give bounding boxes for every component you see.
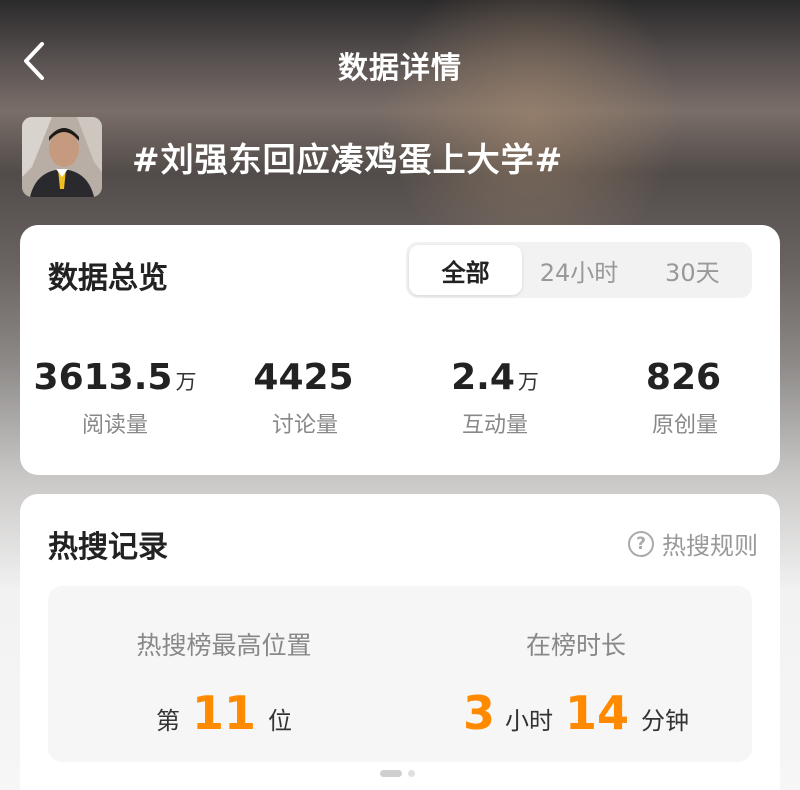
minutes-unit: 分钟 (641, 707, 690, 735)
highest-position-caption: 热搜榜最高位置 (136, 631, 312, 660)
position-prefix: 第 (155, 707, 180, 735)
stat-label: 互动量 (461, 413, 528, 438)
topic-avatar[interactable] (22, 117, 102, 197)
duration-value: 3 小时 14 分钟 (400, 686, 752, 740)
stat-value: 3613.5 万 (20, 355, 210, 405)
position-suffix: 位 (268, 707, 292, 735)
overview-heading: 数据总览 (48, 261, 168, 296)
stat-number: 2.4 (451, 357, 515, 398)
stats-row: 3613.5 万 阅读量 4425 讨论量 2.4 万 互动量 826 原创量 (20, 355, 780, 439)
highest-position: 热搜榜最高位置 第 11 位 (48, 586, 400, 762)
hot-search-summary: 热搜榜最高位置 第 11 位 在榜时长 3 小时 14 分钟 (48, 586, 752, 762)
rules-label: 热搜规则 (662, 532, 758, 560)
stat-value: 4425 (210, 355, 400, 405)
tab-30d[interactable]: 30天 (636, 245, 749, 295)
highest-position-value: 第 11 位 (48, 686, 400, 740)
stat-label: 阅读量 (81, 413, 148, 438)
stat-discussions: 4425 讨论量 (210, 355, 400, 439)
time-range-tabs: 全部 24小时 30天 (406, 242, 752, 298)
topic-header: #刘强东回应凑鸡蛋上大学# (22, 117, 563, 197)
stat-label: 原创量 (651, 413, 718, 438)
duration-caption: 在榜时长 (525, 631, 626, 660)
page-indicator (380, 770, 415, 777)
position-number: 11 (191, 686, 256, 740)
page-dot (408, 770, 415, 777)
page-title: 数据详情 (338, 51, 462, 86)
stat-interactions: 2.4 万 互动量 (400, 355, 590, 439)
stat-unit: 万 (175, 370, 197, 394)
stat-number: 3613.5 (33, 357, 173, 398)
stat-number: 4425 (253, 357, 354, 398)
question-circle-icon: ? (628, 530, 654, 557)
data-overview-card: 数据总览 全部 24小时 30天 3613.5 万 阅读量 4425 讨论量 2.… (20, 225, 780, 475)
stat-number: 826 (645, 357, 722, 398)
stat-label: 讨论量 (271, 413, 338, 438)
hot-search-heading: 热搜记录 (48, 530, 168, 565)
hot-search-rules-link[interactable]: ? 热搜规则 (628, 526, 758, 561)
hot-search-card: 热搜记录 ? 热搜规则 热搜榜最高位置 第 11 位 在榜时长 3 小时 14 … (20, 494, 780, 790)
topic-title: #刘强东回应凑鸡蛋上大学# (132, 140, 564, 179)
on-list-duration: 在榜时长 3 小时 14 分钟 (400, 586, 752, 762)
tab-24h[interactable]: 24小时 (522, 245, 635, 295)
top-bar: 数据详情 (0, 0, 800, 120)
stat-value: 2.4 万 (400, 355, 590, 405)
person-photo-icon (22, 117, 102, 197)
stat-unit: 万 (517, 370, 539, 394)
duration-minutes: 14 (565, 686, 630, 740)
hours-unit: 小时 (505, 707, 553, 735)
stat-reads: 3613.5 万 阅读量 (20, 355, 210, 439)
page-dot-active (380, 770, 402, 777)
stat-value: 826 (590, 355, 780, 405)
duration-hours: 3 (462, 686, 495, 740)
tab-all[interactable]: 全部 (409, 245, 523, 295)
stat-originals: 826 原创量 (590, 355, 780, 439)
